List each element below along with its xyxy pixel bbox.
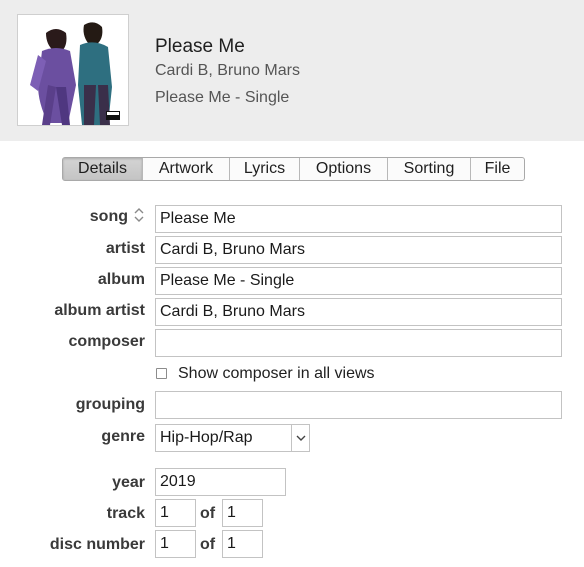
album-field[interactable]: Please Me - Single xyxy=(155,267,562,295)
disc-number-label: disc number xyxy=(49,536,145,553)
song-info-header: Please Me Cardi B, Bruno Mars Please Me … xyxy=(0,0,584,141)
tab-file[interactable]: File xyxy=(471,158,524,180)
year-label: year xyxy=(112,474,145,491)
chevron-down-icon xyxy=(296,435,305,441)
show-composer-label[interactable]: Show composer in all views xyxy=(178,365,375,383)
album-artwork-image xyxy=(18,15,128,125)
header-song-title: Please Me xyxy=(155,36,245,57)
year-field[interactable]: 2019 xyxy=(155,468,286,496)
genre-value[interactable]: Hip-Hop/Rap xyxy=(160,425,252,451)
track-total-field[interactable]: 1 xyxy=(222,499,263,527)
artist-label: artist xyxy=(105,240,145,257)
composer-field[interactable] xyxy=(155,329,562,357)
show-composer-checkbox[interactable] xyxy=(156,368,167,379)
track-label: track xyxy=(106,505,145,522)
sort-arrows-icon[interactable] xyxy=(134,207,144,223)
artist-field[interactable]: Cardi B, Bruno Mars xyxy=(155,236,562,264)
disc-of-label: of xyxy=(200,536,216,553)
track-number-field[interactable]: 1 xyxy=(155,499,196,527)
tab-artwork[interactable]: Artwork xyxy=(143,158,230,180)
song-label: song xyxy=(89,208,128,225)
album-artist-field[interactable]: Cardi B, Bruno Mars xyxy=(155,298,562,326)
disc-total-field[interactable]: 1 xyxy=(222,530,263,558)
disc-number-field[interactable]: 1 xyxy=(155,530,196,558)
tab-details[interactable]: Details xyxy=(63,158,143,180)
header-album: Please Me - Single xyxy=(155,89,290,106)
tab-sorting[interactable]: Sorting xyxy=(388,158,471,180)
genre-dropdown-button[interactable] xyxy=(291,425,309,451)
album-artwork[interactable] xyxy=(17,14,129,126)
header-artist: Cardi B, Bruno Mars xyxy=(155,62,300,79)
track-of-label: of xyxy=(200,505,216,522)
album-label: album xyxy=(97,271,145,288)
genre-combobox[interactable]: Hip-Hop/Rap xyxy=(155,424,310,452)
composer-label: composer xyxy=(68,333,145,350)
genre-label: genre xyxy=(101,428,145,445)
grouping-label: grouping xyxy=(75,396,145,413)
grouping-field[interactable] xyxy=(155,391,562,419)
album-artist-label: album artist xyxy=(54,302,145,319)
tab-lyrics[interactable]: Lyrics xyxy=(230,158,300,180)
tab-options[interactable]: Options xyxy=(300,158,388,180)
tab-bar: Details Artwork Lyrics Options Sorting F… xyxy=(62,157,525,181)
song-field[interactable]: Please Me xyxy=(155,205,562,233)
